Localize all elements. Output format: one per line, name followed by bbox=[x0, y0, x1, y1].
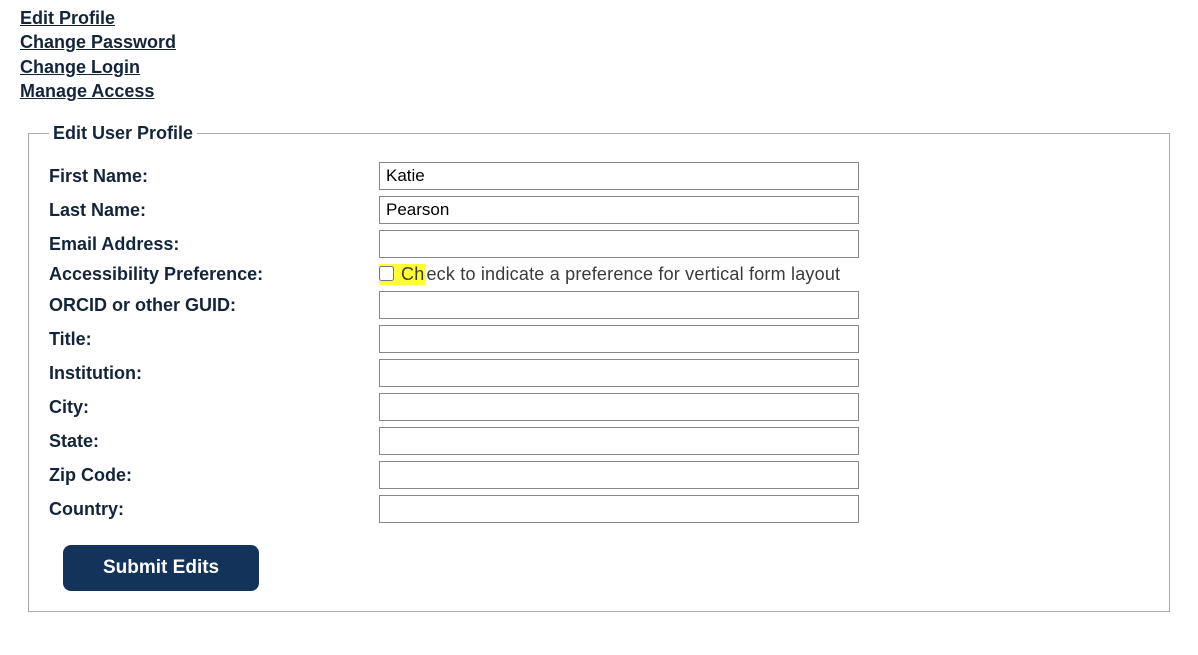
fieldset-legend: Edit User Profile bbox=[49, 123, 197, 144]
label-zip: Zip Code: bbox=[49, 465, 379, 486]
accessibility-text-start: Ch bbox=[401, 264, 424, 284]
accessibility-control: Check to indicate a preference for verti… bbox=[379, 264, 840, 285]
label-institution: Institution: bbox=[49, 363, 379, 384]
checkbox-accessibility[interactable] bbox=[379, 266, 394, 281]
input-zip[interactable] bbox=[379, 461, 859, 489]
label-title: Title: bbox=[49, 329, 379, 350]
accessibility-highlight: Ch bbox=[379, 264, 426, 285]
input-institution[interactable] bbox=[379, 359, 859, 387]
label-state: State: bbox=[49, 431, 379, 452]
row-country: Country: bbox=[49, 495, 1149, 523]
row-title: Title: bbox=[49, 325, 1149, 353]
row-last-name: Last Name: bbox=[49, 196, 1149, 224]
row-first-name: First Name: bbox=[49, 162, 1149, 190]
input-city[interactable] bbox=[379, 393, 859, 421]
label-email: Email Address: bbox=[49, 234, 379, 255]
input-orcid[interactable] bbox=[379, 291, 859, 319]
label-last-name: Last Name: bbox=[49, 200, 379, 221]
accessibility-text-rest: eck to indicate a preference for vertica… bbox=[426, 264, 840, 284]
submit-edits-button[interactable]: Submit Edits bbox=[63, 545, 259, 591]
row-accessibility: Accessibility Preference: Check to indic… bbox=[49, 264, 1149, 285]
input-state[interactable] bbox=[379, 427, 859, 455]
row-city: City: bbox=[49, 393, 1149, 421]
edit-profile-fieldset: Edit User Profile First Name: Last Name:… bbox=[28, 123, 1170, 612]
input-first-name[interactable] bbox=[379, 162, 859, 190]
input-email[interactable] bbox=[379, 230, 859, 258]
label-accessibility: Accessibility Preference: bbox=[49, 264, 379, 285]
row-email: Email Address: bbox=[49, 230, 1149, 258]
nav-manage-access[interactable]: Manage Access bbox=[20, 79, 154, 103]
label-city: City: bbox=[49, 397, 379, 418]
row-institution: Institution: bbox=[49, 359, 1149, 387]
row-orcid: ORCID or other GUID: bbox=[49, 291, 1149, 319]
row-state: State: bbox=[49, 427, 1149, 455]
label-orcid: ORCID or other GUID: bbox=[49, 295, 379, 316]
input-title[interactable] bbox=[379, 325, 859, 353]
nav-change-login[interactable]: Change Login bbox=[20, 55, 140, 79]
label-first-name: First Name: bbox=[49, 166, 379, 187]
label-country: Country: bbox=[49, 499, 379, 520]
input-last-name[interactable] bbox=[379, 196, 859, 224]
row-zip: Zip Code: bbox=[49, 461, 1149, 489]
nav-edit-profile[interactable]: Edit Profile bbox=[20, 6, 115, 30]
profile-nav: Edit Profile Change Password Change Logi… bbox=[20, 6, 1178, 103]
input-country[interactable] bbox=[379, 495, 859, 523]
nav-change-password[interactable]: Change Password bbox=[20, 30, 176, 54]
